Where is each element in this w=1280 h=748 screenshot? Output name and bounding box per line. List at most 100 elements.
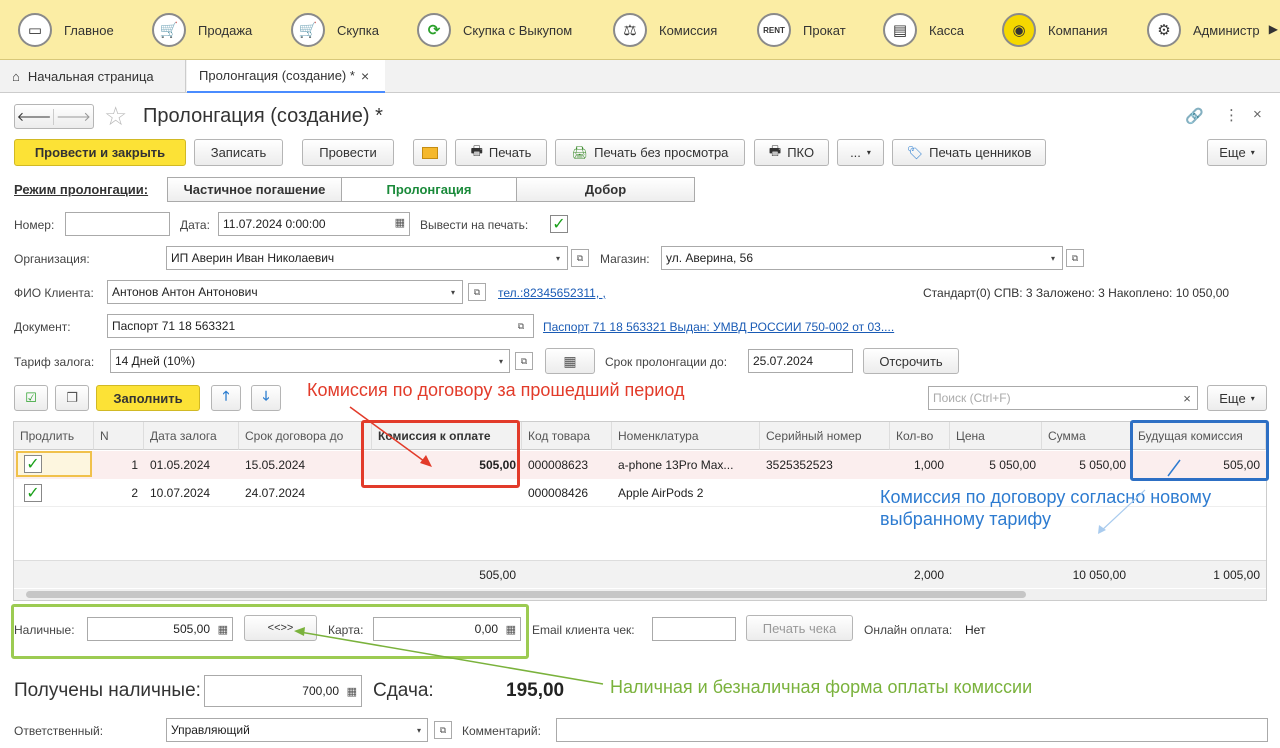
- col-header[interactable]: Серийный номер: [760, 422, 890, 450]
- menu-item-rent[interactable]: RENT Прокат: [757, 0, 846, 60]
- forward-arrow-icon[interactable]: 🡒: [54, 109, 93, 125]
- dropdown-arrow-icon[interactable]: ▾: [1046, 247, 1060, 269]
- home-icon: ⌂: [12, 69, 20, 84]
- menu-scroll-right-icon[interactable]: ▶: [1269, 22, 1278, 36]
- print-button[interactable]: 🖶 Печать: [455, 139, 547, 166]
- mode-option-prolongation[interactable]: Пролонгация: [342, 178, 517, 201]
- prolong-checkbox[interactable]: ✓: [24, 455, 42, 473]
- col-header[interactable]: Номенклатура: [612, 422, 760, 450]
- responsible-field[interactable]: Управляющий: [166, 718, 428, 742]
- tariff-field[interactable]: 14 Дней (10%): [110, 349, 510, 373]
- email-field[interactable]: [652, 617, 736, 641]
- horizontal-scrollbar[interactable]: [14, 589, 1266, 600]
- col-header[interactable]: Продлить: [14, 422, 94, 450]
- store-field[interactable]: ул. Аверина, 56: [661, 246, 1063, 270]
- save-button[interactable]: Записать: [194, 139, 283, 166]
- more-button[interactable]: Еще ▾: [1207, 139, 1267, 166]
- kebab-menu-icon[interactable]: ⋮: [1224, 106, 1239, 124]
- dropdown-arrow-icon[interactable]: ▾: [412, 719, 426, 741]
- col-header[interactable]: Сумма: [1042, 422, 1132, 450]
- copy-row-button[interactable]: ❐: [55, 385, 89, 411]
- organization-field[interactable]: ИП Аверин Иван Николаевич: [166, 246, 568, 270]
- print-price-tags-button[interactable]: 🏷 Печать ценников: [892, 139, 1046, 166]
- menu-item-company[interactable]: ◉ Компания: [1002, 0, 1108, 60]
- tab-prolongation[interactable]: Пролонгация (создание) * ×: [187, 60, 385, 93]
- print-check-button[interactable]: Печать чека: [746, 615, 853, 641]
- client-stats: Стандарт(0) СПВ: 3 Заложено: 3 Накоплено…: [923, 286, 1230, 300]
- post-and-close-button[interactable]: Провести и закрыть: [14, 139, 186, 166]
- favorite-star-icon[interactable]: ☆: [104, 101, 127, 132]
- dropdown-arrow-icon: ▾: [1250, 393, 1255, 403]
- tab-home[interactable]: ⌂ Начальная страница: [0, 60, 186, 93]
- open-icon[interactable]: ⧉: [515, 352, 533, 370]
- client-phone-link[interactable]: тел.:82345652311, ,: [498, 286, 606, 300]
- close-icon[interactable]: ×: [361, 68, 369, 84]
- close-form-icon[interactable]: ×: [1253, 106, 1262, 123]
- menu-item-main[interactable]: ▭ Главное: [18, 0, 114, 60]
- table-more-button[interactable]: Еще ▾: [1207, 385, 1267, 411]
- calculator-icon[interactable]: ▦: [347, 685, 357, 698]
- col-header[interactable]: Срок договора до: [239, 422, 372, 450]
- arrow-up-icon: 🡑: [222, 388, 230, 403]
- dropdown-arrow-icon[interactable]: ▾: [446, 281, 460, 303]
- client-field[interactable]: Антонов Антон Антонович: [107, 280, 463, 304]
- print-no-preview-button[interactable]: 🖨 Печать без просмотра: [555, 139, 745, 166]
- row-prolong-cell[interactable]: ✓: [18, 479, 94, 506]
- mode-option-partial[interactable]: Частичное погашение: [168, 178, 342, 201]
- more-label: Еще: [1219, 390, 1246, 406]
- row-prolong-cell[interactable]: ✓: [16, 451, 92, 477]
- prolong-checkbox[interactable]: ✓: [24, 483, 42, 502]
- mode-option-add[interactable]: Добор: [517, 178, 694, 201]
- admin-gears-icon: ⚙: [1147, 13, 1181, 47]
- menu-item-sale[interactable]: 🛒 Продажа: [152, 0, 252, 60]
- email-button[interactable]: [413, 139, 447, 166]
- row-code: 000008623: [528, 457, 589, 472]
- menu-item-admin[interactable]: ⚙ Администр: [1147, 0, 1260, 60]
- menu-item-commission[interactable]: ⚖ Комиссия: [613, 0, 717, 60]
- back-arrow-icon[interactable]: 🡐: [15, 108, 55, 125]
- col-header[interactable]: Дата залога: [144, 422, 239, 450]
- fill-button[interactable]: Заполнить: [96, 385, 200, 411]
- calendar-icon[interactable]: ▦: [395, 216, 405, 229]
- open-icon[interactable]: ⧉: [1066, 249, 1084, 267]
- open-icon[interactable]: ⧉: [571, 249, 589, 267]
- document-field[interactable]: Паспорт 71 18 563321: [107, 314, 534, 338]
- print-label: Печать: [488, 145, 532, 160]
- prolong-until-field[interactable]: 25.07.2024: [748, 349, 853, 373]
- move-down-button[interactable]: 🡓: [251, 385, 281, 411]
- menu-item-buy[interactable]: 🛒 Скупка: [291, 0, 379, 60]
- check-all-button[interactable]: ☑: [14, 385, 48, 411]
- open-icon[interactable]: ⧉: [512, 317, 530, 335]
- open-icon[interactable]: ⧉: [468, 283, 486, 301]
- cart-buy-icon: 🛒: [291, 13, 325, 47]
- search-input[interactable]: Поиск (Ctrl+F): [928, 386, 1198, 410]
- table-row[interactable]: ✓ 1 01.05.2024 15.05.2024 505,00 0000086…: [14, 451, 1266, 479]
- online-pay-value: Нет: [965, 623, 986, 637]
- print-out-checkbox[interactable]: ✓: [550, 215, 568, 233]
- menu-item-buy-redeem[interactable]: ⟳ Скупка с Выкупом: [417, 0, 572, 60]
- col-header[interactable]: Код товара: [522, 422, 612, 450]
- received-cash-field[interactable]: 700,00 ▦: [204, 675, 362, 707]
- dropdown-arrow-icon[interactable]: ▾: [551, 247, 565, 269]
- scrollbar-thumb[interactable]: [26, 591, 1026, 598]
- comment-field[interactable]: [556, 718, 1268, 742]
- post-button[interactable]: Провести: [302, 139, 394, 166]
- document-link[interactable]: Паспорт 71 18 563321 Выдан: УМВД РОССИИ …: [543, 320, 894, 334]
- move-up-button[interactable]: 🡑: [211, 385, 241, 411]
- more-print-dropdown[interactable]: ... ▾: [837, 139, 884, 166]
- dropdown-arrow-icon: ▾: [1250, 148, 1255, 157]
- delay-button[interactable]: Отсрочить: [863, 348, 959, 374]
- open-icon[interactable]: ⧉: [434, 721, 452, 739]
- dropdown-arrow-icon[interactable]: ▾: [494, 350, 508, 372]
- number-field[interactable]: [65, 212, 170, 236]
- col-header[interactable]: Кол-во: [890, 422, 950, 450]
- pko-button[interactable]: 🖶 ПКО: [754, 139, 829, 166]
- date-field[interactable]: 11.07.2024 0:00:00 ▦: [218, 212, 410, 236]
- col-header[interactable]: N: [94, 422, 144, 450]
- col-header[interactable]: Цена: [950, 422, 1042, 450]
- calculator-button[interactable]: ▦: [545, 348, 595, 374]
- menu-item-cash[interactable]: ▤ Касса: [883, 0, 964, 60]
- link-icon[interactable]: 🔗: [1185, 107, 1204, 125]
- store-label: Магазин:: [600, 252, 650, 266]
- clear-search-icon[interactable]: ×: [1177, 389, 1197, 407]
